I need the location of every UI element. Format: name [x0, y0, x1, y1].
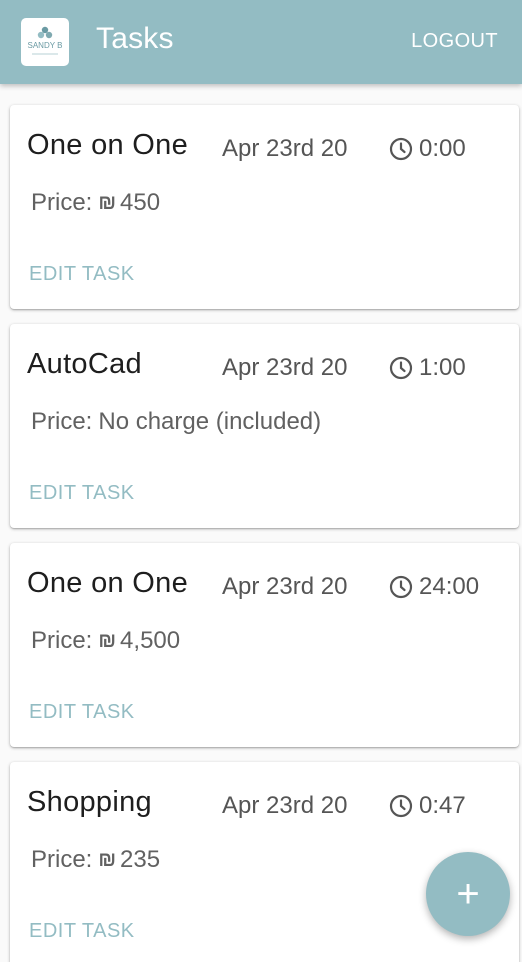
task-title: AutoCad [27, 348, 142, 380]
shekel-icon: ₪ [98, 191, 117, 214]
logo-text: SANDY B [28, 41, 63, 50]
task-date: Apr 23rd 20 [222, 354, 348, 381]
task-duration: 0:00 [389, 135, 466, 163]
task-title: Shopping [27, 786, 152, 818]
clock-icon [389, 356, 413, 380]
price-value: No charge (included) [98, 408, 322, 435]
task-card: One on One Apr 23rd 20 24:00 Price: ₪ 4,… [10, 543, 519, 747]
edit-task-button[interactable]: EDIT TASK [29, 263, 135, 286]
page-title: Tasks [96, 22, 174, 55]
clock-icon [389, 794, 413, 818]
task-date: Apr 23rd 20 [222, 573, 348, 600]
task-card: One on One Apr 23rd 20 0:00 Price: ₪ 450… [10, 105, 519, 309]
task-list: One on One Apr 23rd 20 0:00 Price: ₪ 450… [0, 84, 522, 962]
edit-task-button[interactable]: EDIT TASK [29, 920, 135, 943]
task-card: AutoCad Apr 23rd 20 1:00 Price: No charg… [10, 324, 519, 528]
price-label: Price: [31, 846, 93, 873]
shekel-icon: ₪ [98, 629, 117, 652]
task-duration: 24:00 [389, 573, 479, 601]
task-price: Price: No charge (included) [31, 408, 321, 436]
task-duration-value: 1:00 [419, 354, 466, 381]
task-title: One on One [27, 567, 188, 599]
task-title: One on One [27, 129, 188, 161]
task-duration: 0:47 [389, 792, 466, 820]
edit-task-button[interactable]: EDIT TASK [29, 701, 135, 724]
task-date: Apr 23rd 20 [222, 792, 348, 819]
clock-icon [389, 575, 413, 599]
task-duration-value: 0:00 [419, 135, 466, 162]
task-price: Price: ₪ 450 [31, 189, 160, 217]
shekel-icon: ₪ [98, 848, 117, 871]
price-label: Price: [31, 189, 93, 216]
task-duration-value: 0:47 [419, 792, 466, 819]
logout-button[interactable]: LOGOUT [411, 30, 498, 53]
task-date: Apr 23rd 20 [222, 135, 348, 162]
add-task-button[interactable]: + [426, 852, 510, 936]
task-price: Price: ₪ 4,500 [31, 627, 180, 655]
app-bar: SANDY B Tasks LOGOUT [0, 0, 522, 84]
price-label: Price: [31, 627, 93, 654]
task-duration: 1:00 [389, 354, 466, 382]
task-price: Price: ₪ 235 [31, 846, 160, 874]
app-logo: SANDY B [21, 18, 69, 66]
edit-task-button[interactable]: EDIT TASK [29, 482, 135, 505]
task-duration-value: 24:00 [419, 573, 480, 600]
clock-icon [389, 137, 413, 161]
plus-icon: + [456, 871, 480, 916]
price-value: 4,500 [120, 627, 181, 654]
price-label: Price: [31, 408, 93, 435]
price-value: 450 [120, 189, 161, 216]
price-value: 235 [120, 846, 161, 873]
